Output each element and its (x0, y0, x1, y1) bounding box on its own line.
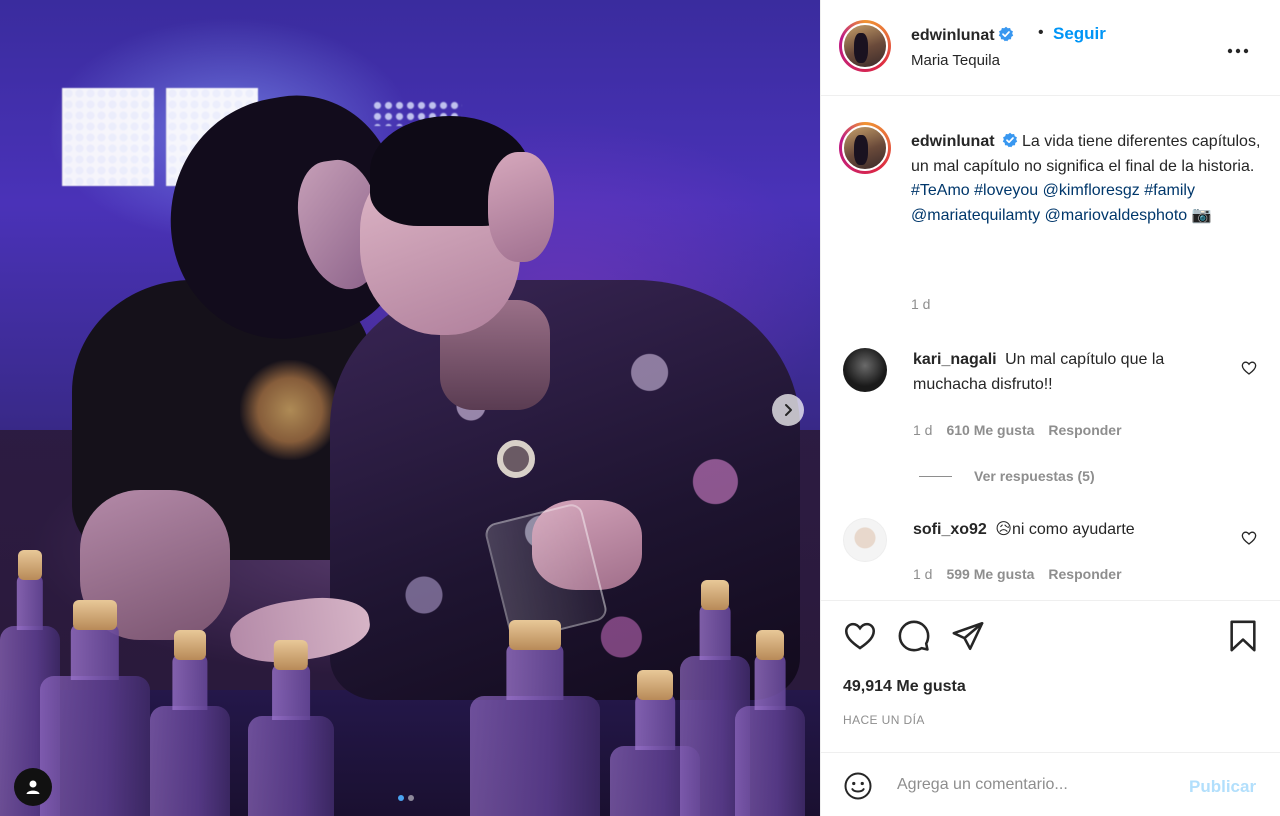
next-photo-button[interactable] (772, 394, 804, 426)
comment-button[interactable] (897, 619, 931, 658)
user-tag-icon (26, 780, 40, 794)
comment-likes[interactable]: 599 Me gusta (946, 566, 1034, 582)
author-username[interactable]: edwinlunat (911, 26, 1014, 45)
location-link[interactable]: Maria Tequila (911, 52, 1000, 69)
woman-hand-on-head (488, 152, 554, 262)
emoji-icon (844, 772, 872, 800)
bottle (470, 696, 600, 816)
share-button[interactable] (951, 619, 985, 658)
comment-emoji: 😥 (995, 521, 1012, 538)
caption-username[interactable]: edwinlunat (911, 133, 995, 150)
comments-section: edwinlunat La vida tiene diferentes capí… (821, 96, 1280, 600)
post-actions: 49,914 Me gusta HACE UN DÍA (821, 600, 1280, 750)
mention-link[interactable]: @kimfloresgz (1043, 182, 1140, 199)
comment-input[interactable] (897, 771, 1167, 799)
comment-text: kari_nagali Un mal capítulo que la mucha… (913, 348, 1213, 397)
comment-time[interactable]: 1 d (913, 566, 932, 582)
comment-meta: 1 d 610 Me gusta Responder (913, 422, 1122, 438)
pendant (497, 440, 535, 478)
caption-text: edwinlunat La vida tiene diferentes capí… (911, 130, 1261, 228)
reply-button[interactable]: Responder (1048, 422, 1121, 438)
bookmark-icon (1230, 620, 1256, 652)
comment-composer: Publicar (821, 752, 1280, 816)
commenter-avatar[interactable] (843, 518, 887, 562)
comment-icon (898, 620, 930, 652)
share-icon (952, 621, 984, 651)
comment-time[interactable]: 1 d (913, 422, 932, 438)
commenter-username[interactable]: kari_nagali (913, 351, 997, 368)
post-date[interactable]: HACE UN DÍA (843, 713, 925, 727)
commenter-username[interactable]: sofi_xo92 (913, 521, 987, 538)
comment-likes[interactable]: 610 Me gusta (946, 422, 1034, 438)
user-tags-button[interactable] (14, 768, 52, 806)
bottle (150, 706, 230, 816)
publish-button[interactable]: Publicar (1189, 777, 1256, 797)
camera-emoji: 📷 (1191, 206, 1212, 224)
emoji-picker-button[interactable] (843, 771, 873, 806)
replies-divider (919, 475, 952, 477)
verified-icon (1002, 132, 1017, 148)
follow-button[interactable]: Seguir (1053, 24, 1106, 44)
verified-icon (998, 26, 1013, 42)
more-options-button[interactable] (1227, 34, 1249, 60)
likes-count[interactable]: 49,914 Me gusta (843, 678, 966, 696)
post-header: edwinlunat • Seguir Maria Tequila (821, 0, 1280, 96)
hashtag-link[interactable]: #TeAmo (911, 182, 970, 199)
mention-link[interactable]: @mariovaldesphoto (1045, 207, 1188, 224)
post-details-panel: edwinlunat • Seguir Maria Tequila edwinl… (820, 0, 1280, 816)
bottle (40, 676, 150, 816)
like-comment-button[interactable] (1241, 360, 1257, 381)
comment-body: ni como ayudarte (1011, 521, 1135, 538)
more-icon (1227, 48, 1249, 54)
comment-meta: 1 d 599 Me gusta Responder (913, 566, 1122, 582)
post-photo[interactable] (0, 0, 820, 816)
author-avatar[interactable] (839, 20, 891, 72)
heart-icon (1241, 361, 1257, 375)
author-avatar[interactable] (839, 122, 891, 174)
chevron-right-icon (785, 404, 792, 416)
bottle (248, 716, 334, 816)
bottle (735, 706, 805, 816)
hashtag-link[interactable]: #loveyou (974, 182, 1038, 199)
like-comment-button[interactable] (1241, 530, 1257, 551)
shirt-print (240, 360, 340, 460)
caption-time[interactable]: 1 d (911, 296, 930, 312)
comment-text: sofi_xo92 😥ni como ayudarte (913, 518, 1213, 543)
like-button[interactable] (843, 619, 877, 658)
view-replies-label: Ver respuestas (5) (974, 468, 1095, 484)
carousel-dots (398, 795, 414, 801)
carousel-dot (398, 795, 404, 801)
mention-link[interactable]: @mariatequilamty (911, 207, 1040, 224)
save-button[interactable] (1227, 619, 1259, 658)
reply-button[interactable]: Responder (1048, 566, 1121, 582)
commenter-avatar[interactable] (843, 348, 887, 392)
follow-separator: • (1038, 24, 1044, 41)
heart-icon (844, 622, 876, 650)
hashtag-link[interactable]: #family (1144, 182, 1195, 199)
heart-icon (1241, 531, 1257, 545)
carousel-dot (408, 795, 414, 801)
view-replies-button[interactable]: Ver respuestas (5) (919, 468, 1095, 484)
